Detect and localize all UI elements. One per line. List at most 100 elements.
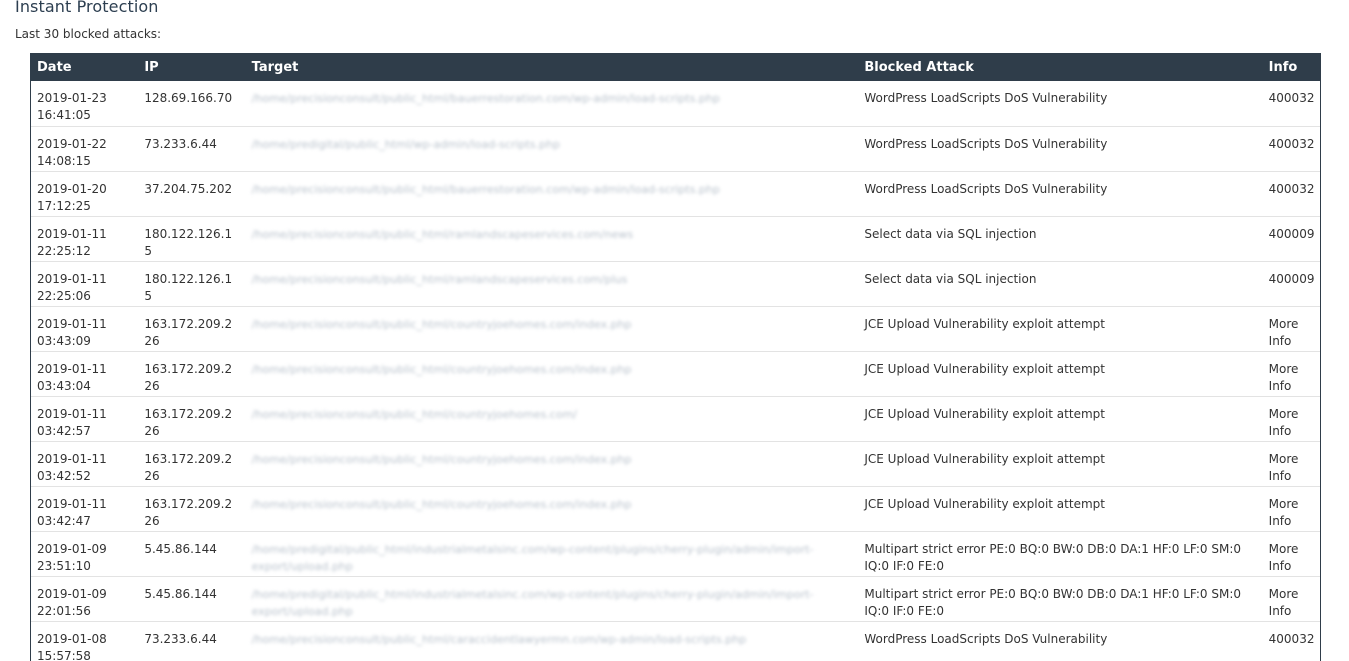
cell-info: 400032 — [1262, 621, 1320, 661]
cell-blocked-attack: Multipart strict error PE:0 BQ:0 BW:0 DB… — [858, 531, 1263, 577]
cell-ip: 73.233.6.44 — [138, 126, 246, 172]
cell-ip: 180.122.126.15 — [138, 261, 246, 307]
column-header-date: Date — [37, 59, 72, 75]
cell-target-path: /home/precisionconsult/public_html/count… — [245, 441, 859, 487]
cell-target-path: /home/precisionconsult/public_html/count… — [245, 486, 859, 532]
cell-ip: 163.172.209.226 — [138, 441, 246, 487]
time-value: 14:08:15 — [37, 153, 91, 168]
date-value: 2019-01-11 — [37, 226, 107, 241]
time-value: 22:25:06 — [37, 288, 91, 303]
cell-date: 2019-01-20 17:12:25 — [31, 171, 139, 217]
table-row: 2019-01-11 03:42:47 163.172.209.226/home/p… — [31, 486, 1320, 532]
blocked-attacks-table-container: Date IP Target Blocked Attack Info 2019-… — [30, 53, 1321, 661]
time-value: 22:25:12 — [37, 243, 91, 258]
date-value: 2019-01-09 — [37, 541, 107, 556]
more-info-link[interactable]: More Info — [1269, 587, 1299, 618]
column-header-blocked-attack: Blocked Attack — [864, 59, 974, 75]
table-row: 2019-01-11 03:42:57 163.172.209.226/home/p… — [31, 396, 1320, 442]
cell-ip: 180.122.126.15 — [138, 216, 246, 262]
time-value: 22:01:56 — [37, 603, 91, 618]
cell-blocked-attack: JCE Upload Vulnerability exploit attempt — [858, 396, 1263, 442]
cell-blocked-attack: JCE Upload Vulnerability exploit attempt — [858, 486, 1263, 532]
more-info-link[interactable]: More Info — [1269, 542, 1299, 573]
cell-blocked-attack: JCE Upload Vulnerability exploit attempt — [858, 351, 1263, 397]
more-info-link[interactable]: More Info — [1269, 497, 1299, 528]
more-info-link[interactable]: More Info — [1269, 452, 1299, 483]
date-value: 2019-01-11 — [37, 496, 107, 511]
cell-info: 400032 — [1262, 126, 1320, 172]
cell-info: More Info — [1262, 486, 1320, 532]
cell-date: 2019-01-11 03:42:57 — [31, 396, 139, 442]
cell-date: 2019-01-08 15:57:58 — [31, 621, 139, 661]
table-row: 2019-01-11 22:25:12 180.122.126.15/home/pr… — [31, 216, 1320, 262]
cell-date: 2019-01-09 22:01:56 — [31, 576, 139, 622]
cell-target-path: /home/precisionconsult/public_html/ramla… — [245, 216, 859, 262]
cell-date: 2019-01-11 03:43:09 — [31, 306, 139, 352]
time-value: 03:43:09 — [37, 333, 91, 348]
date-value: 2019-01-20 — [37, 181, 107, 196]
cell-info: More Info — [1262, 306, 1320, 352]
cell-date: 2019-01-09 23:51:10 — [31, 531, 139, 577]
table-row: 2019-01-23 16:41:05 128.69.166.70/home/pre… — [31, 81, 1320, 127]
table-row: 2019-01-20 17:12:25 37.204.75.202/home/pre… — [31, 171, 1320, 217]
table-row: 2019-01-11 22:25:06 180.122.126.15/home/pr… — [31, 261, 1320, 307]
more-info-link[interactable]: More Info — [1269, 407, 1299, 438]
more-info-link[interactable]: More Info — [1269, 317, 1299, 348]
cell-date: 2019-01-22 14:08:15 — [31, 126, 139, 172]
cell-ip: 5.45.86.144 — [138, 576, 246, 622]
date-value: 2019-01-08 — [37, 631, 107, 646]
date-value: 2019-01-11 — [37, 271, 107, 286]
blocked-attacks-caption: Last 30 blocked attacks: — [15, 27, 162, 41]
cell-blocked-attack: WordPress LoadScripts DoS Vulnerability — [858, 81, 1263, 127]
cell-info: More Info — [1262, 396, 1320, 442]
cell-target-path: /home/precisionconsult/public_html/count… — [245, 306, 859, 352]
rule-id: 400032 — [1268, 631, 1315, 646]
rule-id: 400009 — [1268, 226, 1315, 241]
rule-id: 400009 — [1268, 271, 1315, 286]
rule-id: 400032 — [1268, 181, 1315, 196]
table-row: 2019-01-09 22:01:56 5.45.86.144/home/predi… — [31, 576, 1320, 622]
cell-info: 400009 — [1262, 261, 1320, 307]
date-value: 2019-01-11 — [37, 451, 107, 466]
date-value: 2019-01-11 — [37, 361, 107, 376]
cell-ip: 163.172.209.226 — [138, 306, 246, 352]
date-value: 2019-01-09 — [37, 586, 107, 601]
more-info-link[interactable]: More Info — [1269, 362, 1299, 393]
date-value: 2019-01-11 — [37, 316, 107, 331]
column-header-ip: IP — [144, 59, 159, 75]
rule-id: 400032 — [1268, 91, 1315, 105]
cell-blocked-attack: Select data via SQL injection — [858, 261, 1263, 307]
cell-ip: 163.172.209.226 — [138, 486, 246, 532]
cell-date: 2019-01-11 03:42:47 — [31, 486, 139, 532]
time-value: 23:51:10 — [37, 558, 91, 573]
cell-blocked-attack: WordPress LoadScripts DoS Vulnerability — [858, 126, 1263, 172]
cell-blocked-attack: WordPress LoadScripts DoS Vulnerability — [858, 621, 1263, 661]
cell-target-path: /home/predigital/public_html/industrialm… — [245, 531, 859, 577]
instant-protection-page: Instant Protection Last 30 blocked attac… — [0, 0, 1349, 661]
cell-ip: 73.233.6.44 — [138, 621, 246, 661]
column-header-info: Info — [1268, 59, 1298, 75]
cell-target-path: /home/precisionconsult/public_html/bauer… — [245, 81, 859, 127]
cell-blocked-attack: JCE Upload Vulnerability exploit attempt — [858, 306, 1263, 352]
cell-info: More Info — [1262, 576, 1320, 622]
cell-target-path: /home/precisionconsult/public_html/count… — [245, 396, 859, 442]
cell-date: 2019-01-23 16:41:05 — [31, 81, 139, 127]
time-value: 17:12:25 — [37, 198, 91, 213]
cell-ip: 128.69.166.70 — [138, 81, 246, 127]
time-value: 03:42:47 — [37, 513, 91, 528]
cell-target-path: /home/predigital/public_html/wp-admin/lo… — [245, 126, 859, 172]
table-header: Date IP Target Blocked Attack Info — [31, 53, 1320, 81]
cell-date: 2019-01-11 22:25:12 — [31, 216, 139, 262]
time-value: 03:42:52 — [37, 468, 91, 483]
cell-ip: 5.45.86.144 — [138, 531, 246, 577]
page-title: Instant Protection — [15, 0, 159, 16]
date-value: 2019-01-11 — [37, 406, 107, 421]
cell-date: 2019-01-11 03:43:04 — [31, 351, 139, 397]
date-value: 2019-01-23 — [37, 91, 107, 105]
cell-info: 400009 — [1262, 216, 1320, 262]
cell-ip: 163.172.209.226 — [138, 351, 246, 397]
time-value: 15:57:58 — [37, 648, 91, 661]
cell-blocked-attack: Multipart strict error PE:0 BQ:0 BW:0 DB… — [858, 576, 1263, 622]
rule-id: 400032 — [1268, 136, 1315, 151]
column-header-target: Target — [251, 59, 299, 75]
